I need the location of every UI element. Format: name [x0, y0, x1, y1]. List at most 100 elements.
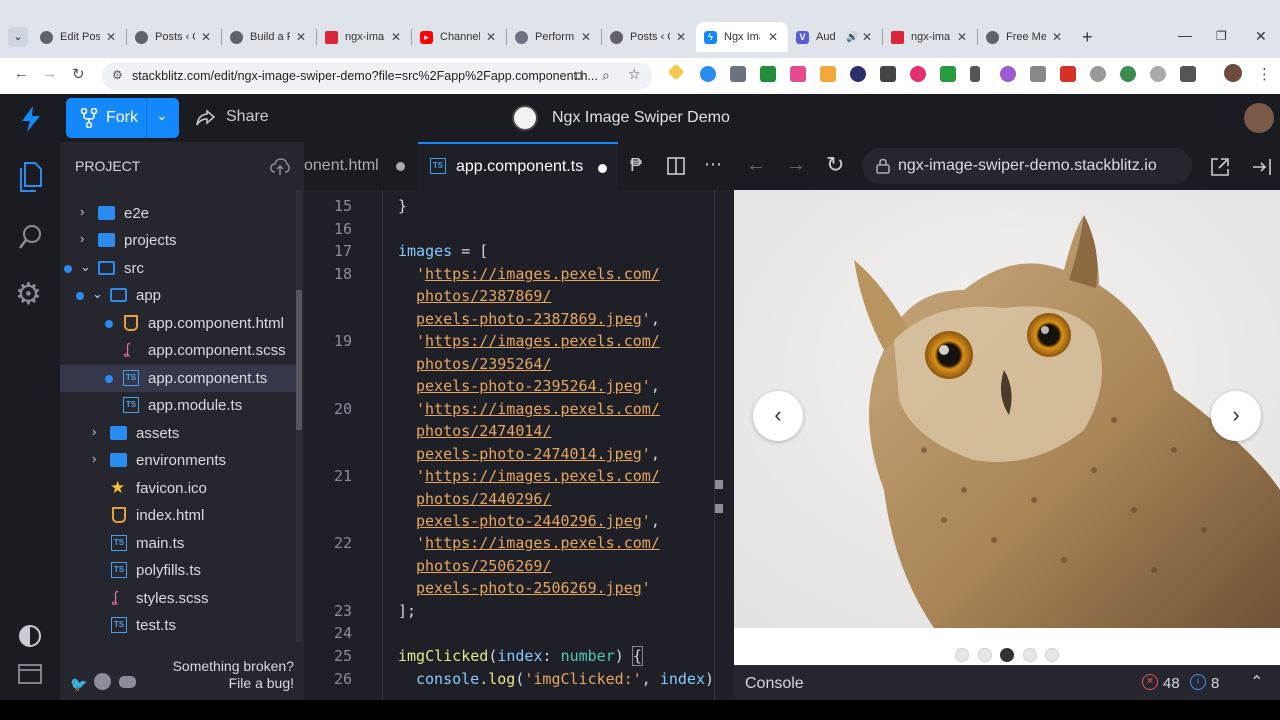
- address-bar[interactable]: ⚙ stackblitz.com/edit/ngx-image-swiper-d…: [102, 62, 652, 90]
- theme-toggle-icon[interactable]: [18, 624, 42, 648]
- close-icon[interactable]: ✕: [862, 30, 872, 44]
- collapse-preview-icon[interactable]: [1252, 158, 1272, 176]
- extension-icon[interactable]: [700, 66, 716, 82]
- close-icon[interactable]: ✕: [486, 30, 496, 44]
- extension-icon[interactable]: [1150, 66, 1166, 82]
- maximize-button[interactable]: ❐: [1216, 29, 1227, 43]
- tree-folder-projects[interactable]: › projects: [60, 227, 296, 254]
- tree-file-polyfills-ts[interactable]: TS polyfills.ts: [60, 557, 296, 584]
- browser-tab[interactable]: ngx-ima ✕: [883, 22, 977, 52]
- expand-console-chevron-icon[interactable]: ⌃: [1250, 672, 1263, 692]
- site-info-icon[interactable]: ⚙: [112, 68, 123, 82]
- tree-file-app-component-ts[interactable]: TS app.component.ts: [60, 365, 296, 392]
- preview-forward-icon[interactable]: →: [786, 154, 806, 177]
- extension-icon[interactable]: [850, 66, 866, 82]
- swiper-prev-button[interactable]: ‹: [753, 391, 803, 441]
- browser-tab[interactable]: V Aud 🔊 ✕: [788, 22, 882, 52]
- browser-tab[interactable]: ngx-ima ✕: [317, 22, 411, 52]
- browser-tab[interactable]: Build a F ✕: [222, 22, 316, 52]
- extension-icon[interactable]: [790, 66, 806, 82]
- swiper-pagination-dot[interactable]: [955, 648, 969, 662]
- extension-icon[interactable]: [1030, 66, 1046, 82]
- tree-file-test-ts[interactable]: TS test.ts: [60, 612, 296, 639]
- minimize-button[interactable]: —: [1178, 27, 1192, 43]
- extension-icon[interactable]: [1060, 66, 1076, 82]
- bookmark-star-icon[interactable]: ☆: [628, 66, 641, 83]
- bug-report-link[interactable]: Something broken? File a bug!: [140, 658, 294, 692]
- github-icon[interactable]: [94, 673, 111, 690]
- console-panel[interactable]: Console ✕ 48 i 8 ⌃: [734, 665, 1280, 700]
- extension-icon[interactable]: [1090, 66, 1106, 82]
- extension-icon[interactable]: [820, 66, 836, 82]
- close-icon[interactable]: ✕: [1052, 30, 1062, 44]
- screen-share-icon[interactable]: ⧉: [574, 68, 583, 84]
- editor-tab-html[interactable]: onent.html: [304, 142, 416, 190]
- files-icon[interactable]: [17, 162, 43, 192]
- fork-dropdown-chevron-icon[interactable]: ⌄: [156, 107, 168, 124]
- extension-icon[interactable]: [880, 66, 896, 82]
- menu-icon[interactable]: ⋮: [1257, 65, 1272, 83]
- new-tab-button[interactable]: +: [1082, 27, 1093, 48]
- extension-icon[interactable]: [760, 66, 776, 82]
- tree-file-styles-scss[interactable]: ʆ styles.scss: [60, 585, 296, 612]
- more-actions-icon[interactable]: ⋯: [704, 154, 722, 175]
- tree-file-index-html[interactable]: index.html: [60, 502, 296, 529]
- discord-icon[interactable]: [119, 676, 136, 688]
- extension-icon[interactable]: [910, 66, 926, 82]
- search-icon[interactable]: [18, 224, 44, 250]
- tree-file-app-module-ts[interactable]: TS app.module.ts: [60, 392, 296, 419]
- browser-tab-active[interactable]: ϟNgx Ima✕: [696, 22, 788, 52]
- settings-gear-icon[interactable]: ⚙: [15, 280, 42, 310]
- preview-back-icon[interactable]: ←: [746, 154, 766, 177]
- explorer-scrollbar[interactable]: [296, 190, 302, 642]
- editor-tab-ts[interactable]: TS app.component.ts: [418, 142, 618, 190]
- tree-file-favicon[interactable]: ★ favicon.ico: [60, 475, 296, 502]
- browser-tab[interactable]: Posts ‹ C✕: [602, 22, 696, 52]
- extension-icon[interactable]: [1000, 66, 1016, 82]
- swiper-pagination-dot[interactable]: [1045, 648, 1059, 662]
- split-editor-icon[interactable]: [667, 157, 685, 175]
- layout-panel-icon[interactable]: [18, 664, 42, 684]
- preview-url-bar[interactable]: ngx-image-swiper-demo.stackblitz.io: [862, 148, 1192, 184]
- profile-avatar[interactable]: [1224, 64, 1242, 82]
- browser-tab[interactable]: Free Me ✕: [978, 22, 1072, 52]
- tab-search-icon[interactable]: ⌄: [8, 27, 28, 47]
- tree-file-app-component-scss[interactable]: ʆ app.component.scss: [60, 337, 296, 364]
- close-icon[interactable]: ✕: [296, 30, 306, 44]
- browser-tab[interactable]: ▸ Channel ✕: [412, 22, 506, 52]
- close-icon[interactable]: ✕: [106, 30, 116, 44]
- extension-icon[interactable]: [1120, 66, 1136, 82]
- swiper-pagination-dot[interactable]: [1000, 648, 1014, 662]
- close-icon[interactable]: ✕: [201, 30, 211, 44]
- close-icon[interactable]: ✕: [676, 30, 686, 44]
- tree-folder-src[interactable]: ⌄ src: [60, 255, 296, 282]
- fork-button[interactable]: Fork ⌄: [66, 98, 179, 138]
- tree-folder-e2e[interactable]: › e2e: [60, 200, 296, 227]
- tree-folder-environments[interactable]: › environments: [60, 447, 296, 474]
- zoom-icon[interactable]: ⌕: [602, 67, 610, 84]
- close-icon[interactable]: ✕: [581, 30, 591, 44]
- tree-file-app-component-html[interactable]: app.component.html: [60, 310, 296, 337]
- swiper-pagination-dot[interactable]: [977, 648, 992, 662]
- browser-tab[interactable]: Posts ‹ C✕: [127, 22, 221, 52]
- reload-icon[interactable]: ↻: [72, 65, 85, 83]
- extensions-puzzle-icon[interactable]: [1180, 66, 1196, 82]
- code-editor[interactable]: 15 16 17 18 19 20 21 22 23 24 25 26 } im…: [304, 190, 734, 700]
- tree-folder-app[interactable]: ⌄ app: [60, 282, 296, 309]
- close-icon[interactable]: ✕: [957, 30, 967, 44]
- open-in-new-window-icon[interactable]: [1210, 157, 1230, 177]
- stackblitz-logo-icon[interactable]: [20, 106, 42, 132]
- browser-tab[interactable]: Perform ✕: [507, 22, 601, 52]
- extension-icon[interactable]: [940, 66, 956, 82]
- extension-icon[interactable]: [667, 63, 685, 81]
- forward-icon[interactable]: →: [42, 65, 57, 82]
- back-icon[interactable]: ←: [14, 65, 29, 82]
- preview-reload-icon[interactable]: ↻: [826, 152, 844, 178]
- swiper-pagination-dot[interactable]: [1022, 648, 1037, 662]
- user-avatar[interactable]: [1244, 103, 1274, 133]
- close-icon[interactable]: ✕: [391, 30, 401, 44]
- cloud-upload-icon[interactable]: [270, 158, 290, 176]
- swiper-next-button[interactable]: ›: [1211, 391, 1261, 441]
- twitter-icon[interactable]: 🐦: [70, 676, 87, 693]
- tree-file-main-ts[interactable]: TS main.ts: [60, 530, 296, 557]
